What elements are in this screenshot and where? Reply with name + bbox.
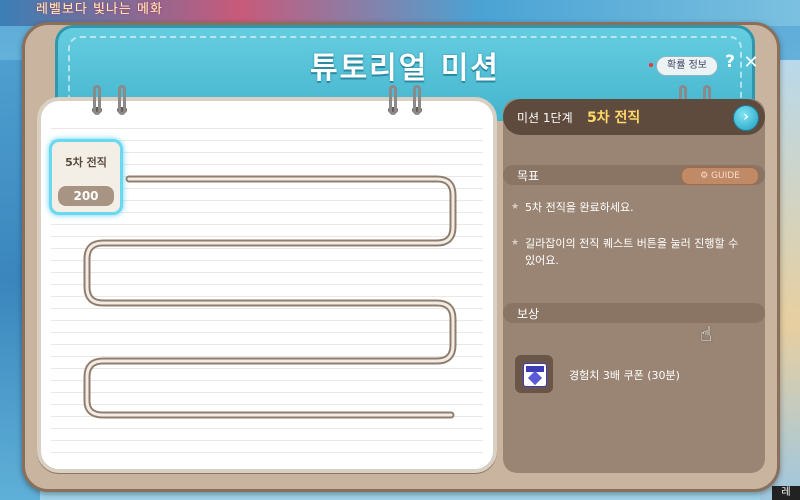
- banner-text: 레벨보다 빛나는 메화: [36, 2, 163, 17]
- binder-ring-icon: [93, 85, 101, 115]
- leaf-icon: [527, 370, 543, 386]
- mission-detail-panel: 미션 1단계 5차 전직 › 목표 ⚙ GUIDE ★ 5차 전직을 완료하세요.…: [503, 99, 765, 473]
- close-button[interactable]: ✕: [742, 52, 760, 74]
- notification-dot: [649, 63, 653, 67]
- mission-stage-bar: 미션 1단계 5차 전직 ›: [503, 99, 765, 135]
- tutorial-mission-window: 튜토리얼 미션 확률 정보 ? ✕ 5차 전직 200 미션 1단계 5차 전직…: [22, 22, 780, 492]
- hand-cursor-icon: ☝: [700, 322, 713, 346]
- binder-ring-icon: [389, 85, 397, 115]
- mission-card-5th-job[interactable]: 5차 전직 200: [49, 139, 123, 215]
- corner-label: 레: [772, 486, 800, 500]
- stage-label: 미션 1단계: [517, 111, 573, 125]
- stage-name: 5차 전직: [587, 110, 641, 126]
- path-outer: [83, 175, 457, 419]
- reward-item-name: 경험치 3배 쿠폰 (30분): [569, 369, 680, 382]
- binder-ring-icon: [118, 85, 126, 115]
- reward-section-bar: 보상: [503, 303, 765, 323]
- objective-text: 5차 전직을 완료하세요.: [525, 201, 634, 214]
- mission-card-title: 5차 전직: [65, 156, 107, 169]
- coupon-image: [523, 363, 547, 387]
- binder-ring-icon: [413, 85, 421, 115]
- exp-coupon-icon[interactable]: [515, 355, 553, 393]
- star-bullet-icon: ★: [511, 202, 520, 212]
- objective-label: 목표: [517, 169, 540, 183]
- probability-info-button[interactable]: 확률 정보: [656, 56, 718, 76]
- objective-section-bar: 목표 ⚙ GUIDE: [503, 165, 765, 185]
- go-arrow-icon[interactable]: ›: [733, 105, 759, 131]
- objective-item: ★ 5차 전직을 완료하세요.: [511, 199, 756, 216]
- help-button[interactable]: ?: [722, 52, 738, 74]
- objective-item: ★ 길라잡이의 전직 퀘스트 버튼을 눌러 진행할 수 있어요.: [511, 235, 756, 269]
- window-title: 튜토리얼 미션: [309, 51, 501, 86]
- path-inner: [85, 177, 455, 417]
- objective-text: 길라잡이의 전직 퀘스트 버튼을 눌러 진행할 수 있어요.: [525, 237, 739, 267]
- star-bullet-icon: ★: [511, 238, 520, 248]
- reward-label: 보상: [517, 307, 540, 321]
- guide-button[interactable]: ⚙ GUIDE: [681, 167, 759, 185]
- mission-card-score: 200: [58, 186, 114, 206]
